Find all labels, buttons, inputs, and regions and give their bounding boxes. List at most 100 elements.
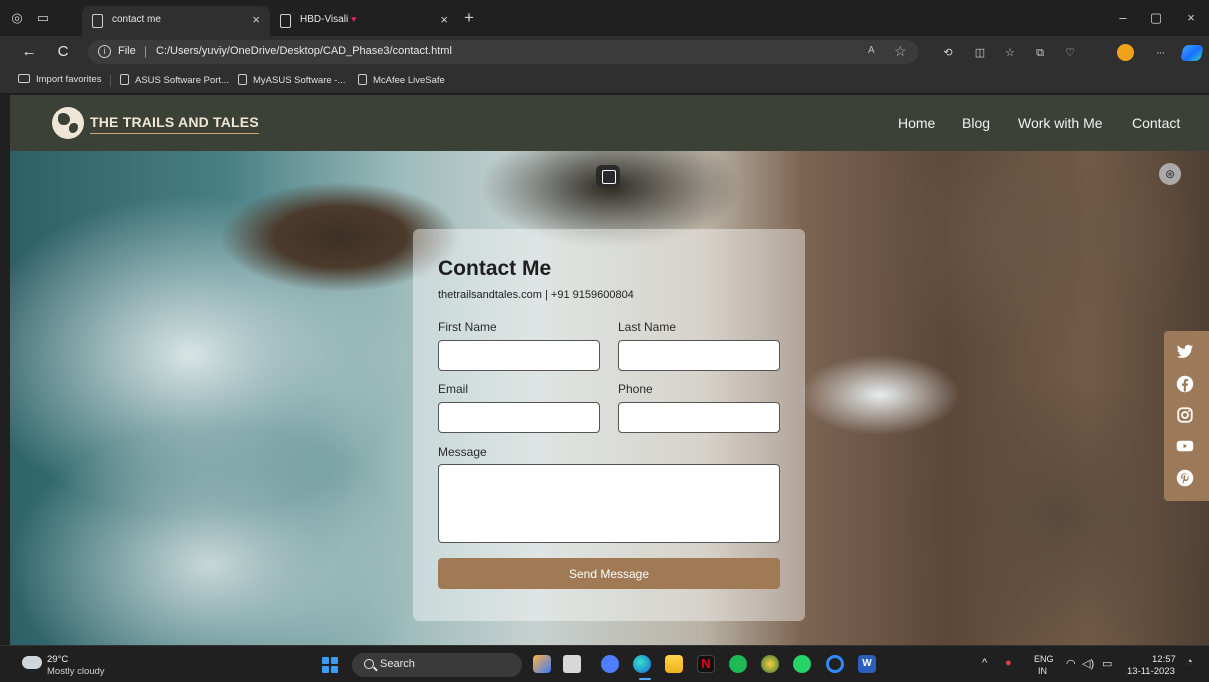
taskbar-search-box[interactable]: Search bbox=[352, 653, 522, 677]
browser-essentials-icon[interactable]: ♡ bbox=[1062, 45, 1078, 61]
extension-overlay-icon[interactable]: ⊛ bbox=[1159, 163, 1181, 185]
page-icon bbox=[238, 74, 247, 85]
netflix-icon[interactable]: N bbox=[697, 655, 715, 673]
security-tray-icon[interactable]: ● bbox=[1005, 657, 1012, 669]
notifications-bell-icon[interactable]: ◔ bbox=[1186, 656, 1193, 668]
favorite-mcafee[interactable]: McAfee LiveSafe bbox=[358, 74, 445, 86]
first-name-label: First Name bbox=[438, 320, 497, 334]
favorite-asus-software[interactable]: ASUS Software Port... bbox=[120, 74, 229, 86]
search-placeholder: Search bbox=[380, 658, 415, 670]
nav-blog[interactable]: Blog bbox=[962, 115, 990, 131]
tab-title: HBD-Visali bbox=[300, 14, 349, 25]
facebook-icon[interactable] bbox=[1176, 375, 1194, 393]
workspaces-icon[interactable]: ◎ bbox=[6, 7, 28, 29]
pinterest-icon[interactable] bbox=[1176, 469, 1194, 487]
wifi-icon[interactable]: ◠ bbox=[1066, 657, 1076, 670]
nav-home[interactable]: Home bbox=[898, 115, 935, 131]
close-tab-icon[interactable]: × bbox=[440, 12, 448, 27]
favorite-star-icon[interactable]: ☆ bbox=[894, 43, 907, 60]
new-tab-button[interactable]: + bbox=[458, 7, 480, 29]
web-page: THE TRAILS AND TALES Home Blog Work with… bbox=[10, 95, 1209, 645]
site-logo-text[interactable]: THE TRAILS AND TALES bbox=[90, 114, 259, 134]
tab-title: contact me bbox=[112, 14, 161, 25]
page-icon bbox=[120, 74, 129, 85]
url-scheme-label: File bbox=[118, 45, 136, 57]
message-label: Message bbox=[438, 445, 487, 459]
nav-work-with-me[interactable]: Work with Me bbox=[1018, 115, 1103, 131]
more-menu-icon[interactable]: ··· bbox=[1152, 45, 1168, 61]
address-bar-row: ← C i File | C:/Users/yuviy/OneDrive/Des… bbox=[0, 36, 1209, 68]
split-screen-icon[interactable]: ◫ bbox=[972, 45, 988, 61]
volume-icon[interactable]: ◁) bbox=[1082, 657, 1094, 670]
favorite-myasus[interactable]: MyASUS Software -... bbox=[238, 74, 345, 86]
profile-avatar[interactable] bbox=[1117, 44, 1134, 61]
contact-info: thetrailsandtales.com | +91 9159600804 bbox=[438, 289, 634, 301]
contact-title: Contact Me bbox=[438, 257, 552, 280]
task-view-icon[interactable] bbox=[563, 655, 581, 673]
chrome-app-icon[interactable] bbox=[761, 655, 779, 673]
back-button[interactable]: ← bbox=[18, 41, 40, 63]
widgets-app-icon[interactable] bbox=[533, 655, 551, 673]
read-aloud-icon[interactable]: A bbox=[868, 45, 875, 56]
clock-date[interactable]: 13-11-2023 bbox=[1127, 666, 1175, 677]
language-indicator[interactable]: ENG bbox=[1034, 654, 1054, 664]
last-name-input[interactable] bbox=[618, 340, 780, 371]
youtube-icon[interactable] bbox=[1176, 437, 1194, 455]
restore-button[interactable]: ▢ bbox=[1143, 7, 1169, 29]
address-bar[interactable]: i File | C:/Users/yuviy/OneDrive/Desktop… bbox=[88, 40, 918, 64]
twitter-icon[interactable] bbox=[1176, 343, 1194, 361]
minimize-button[interactable]: – bbox=[1110, 7, 1136, 29]
page-icon bbox=[358, 74, 367, 85]
phone-input[interactable] bbox=[618, 402, 780, 433]
extensions-icon[interactable]: ⟲ bbox=[940, 45, 956, 61]
copilot-app-icon[interactable] bbox=[601, 655, 619, 673]
tab-contact-me[interactable]: contact me × bbox=[82, 6, 270, 36]
copilot-icon[interactable] bbox=[1180, 45, 1204, 61]
clock-time[interactable]: 12:57 bbox=[1152, 654, 1176, 665]
message-textarea[interactable] bbox=[438, 464, 780, 543]
favorite-import[interactable]: Import favorites bbox=[18, 74, 101, 85]
close-tab-icon[interactable]: × bbox=[252, 12, 260, 27]
last-name-label: Last Name bbox=[618, 320, 677, 334]
region-indicator[interactable]: IN bbox=[1038, 666, 1047, 676]
weather-cloud-icon[interactable] bbox=[22, 651, 42, 669]
picture-in-picture-icon[interactable] bbox=[596, 165, 620, 187]
edge-browser-icon[interactable] bbox=[633, 655, 651, 673]
close-window-button[interactable]: × bbox=[1178, 7, 1204, 29]
battery-icon[interactable]: ▭ bbox=[1102, 657, 1112, 670]
email-input[interactable] bbox=[438, 402, 600, 433]
globe-logo-icon[interactable] bbox=[52, 107, 84, 139]
page-icon bbox=[92, 14, 103, 28]
url-text[interactable]: C:/Users/yuviy/OneDrive/Desktop/CAD_Phas… bbox=[156, 45, 452, 57]
weather-description[interactable]: Mostly cloudy bbox=[47, 666, 105, 677]
phone-label: Phone bbox=[618, 382, 653, 396]
collections-icon[interactable]: ⧉ bbox=[1032, 45, 1048, 61]
send-message-button[interactable]: Send Message bbox=[438, 558, 780, 589]
heart-icon: ♥ bbox=[351, 14, 357, 24]
refresh-button[interactable]: C bbox=[52, 41, 74, 63]
tab-hbd-visali[interactable]: HBD-Visali ♥ × bbox=[270, 6, 458, 36]
favorites-bar: Import favorites ASUS Software Port... M… bbox=[0, 68, 1209, 94]
active-indicator bbox=[639, 678, 651, 680]
show-hidden-icons-icon[interactable]: ^ bbox=[982, 657, 987, 669]
contact-form: Contact Me thetrailsandtales.com | +91 9… bbox=[413, 229, 805, 621]
favorites-icon[interactable]: ☆ bbox=[1002, 45, 1018, 61]
whatsapp-icon[interactable] bbox=[793, 655, 811, 673]
start-windows-icon[interactable] bbox=[322, 657, 338, 673]
tab-actions-icon[interactable]: ▭ bbox=[32, 7, 54, 29]
file-explorer-icon[interactable] bbox=[665, 655, 683, 673]
search-icon bbox=[364, 659, 374, 669]
email-label: Email bbox=[438, 382, 469, 396]
info-icon[interactable]: i bbox=[98, 45, 111, 58]
instagram-icon[interactable] bbox=[1176, 406, 1194, 424]
url-separator: | bbox=[144, 44, 148, 58]
word-icon[interactable]: W bbox=[858, 655, 876, 673]
first-name-input[interactable] bbox=[438, 340, 600, 371]
divider bbox=[110, 75, 111, 87]
nav-contact[interactable]: Contact bbox=[1132, 115, 1180, 131]
site-navbar: THE TRAILS AND TALES Home Blog Work with… bbox=[10, 95, 1209, 151]
spotify-icon[interactable] bbox=[729, 655, 747, 673]
weather-temperature[interactable]: 29°C bbox=[47, 654, 68, 665]
cortana-icon[interactable] bbox=[826, 655, 844, 673]
browser-tab-bar: ◎ ▭ contact me × HBD-Visali ♥ × + – ▢ × bbox=[0, 0, 1209, 36]
